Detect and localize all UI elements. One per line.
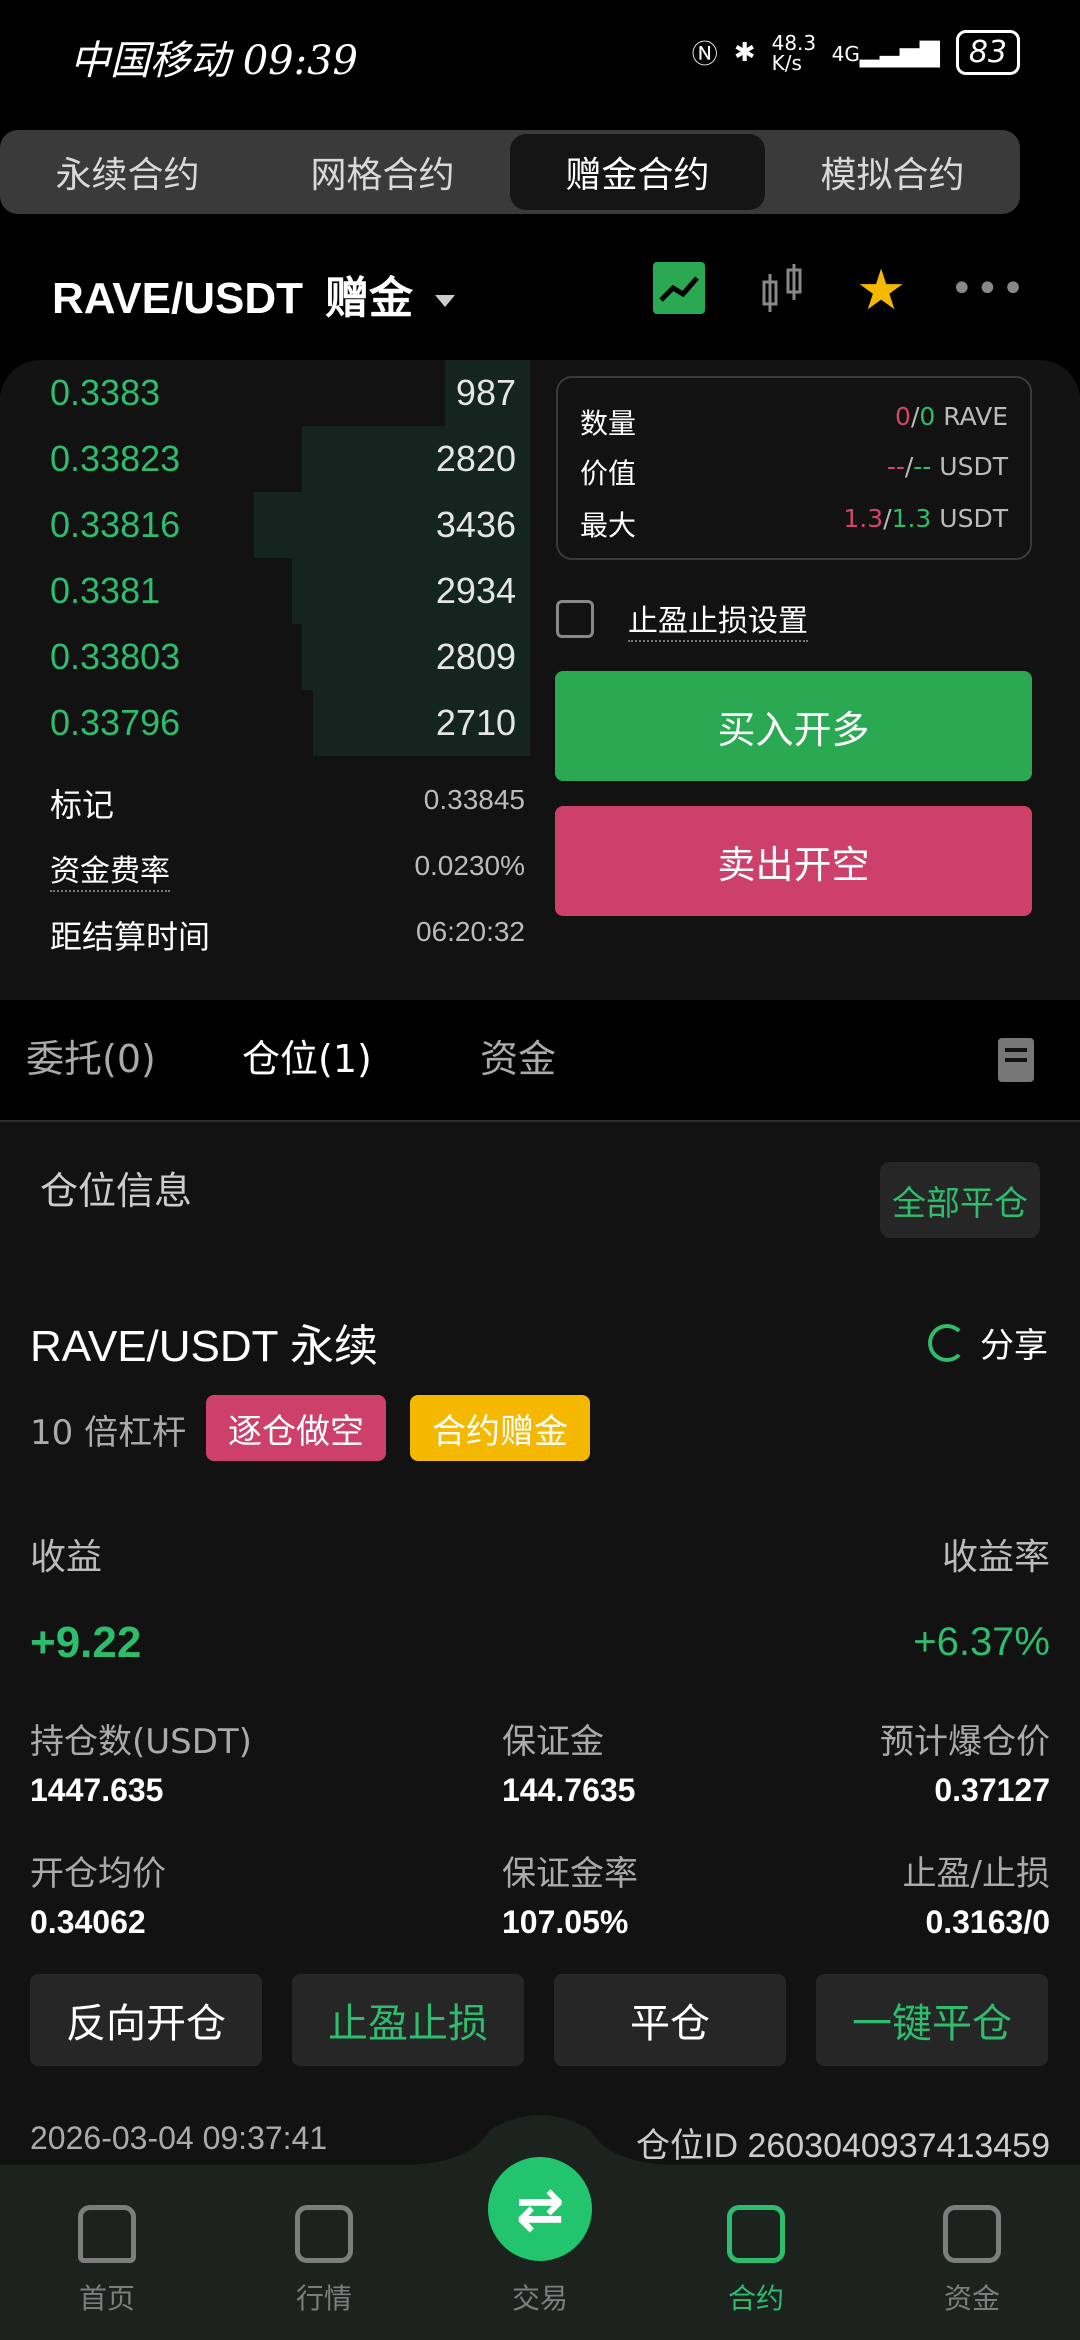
tab-bonus[interactable]: 赠金合约	[510, 134, 765, 210]
stat-value: 0.3163/0	[925, 1904, 1050, 1940]
orderbook-row[interactable]: 0.33823 2820	[0, 426, 530, 492]
tab-grid[interactable]: 网格合约	[255, 130, 510, 214]
orderbook-row[interactable]: 0.3381 2934	[0, 558, 530, 624]
wallet-icon	[943, 2205, 1001, 2263]
stat-value: 0.34062	[30, 1904, 146, 1940]
funding-value: 0.0230%	[414, 850, 525, 881]
position-section-title: 仓位信息	[40, 1169, 193, 1213]
chart-icon[interactable]	[653, 262, 705, 314]
bluetooth-icon: ✱	[733, 37, 756, 68]
tpsl-button[interactable]: 止盈止损	[292, 1974, 524, 2066]
share-icon	[928, 1323, 966, 1362]
pnl-value: +9.22	[30, 1618, 142, 1667]
nav-contract[interactable]: 合约	[696, 2205, 816, 2317]
nav-assets[interactable]: 资金	[912, 2205, 1032, 2317]
status-icons: Ⓝ ✱ 48.3 K/s 4G▂▃▅▇ 83	[692, 30, 1020, 75]
pair-selector[interactable]: RAVE/USDT 赠金	[52, 262, 455, 326]
position-id: 仓位ID 2603040937413459	[636, 2127, 1050, 2165]
nav-trade[interactable]: 交易	[480, 2205, 600, 2317]
orderbook-row[interactable]: 0.3383 987	[0, 360, 530, 426]
home-icon	[78, 2205, 136, 2263]
orderbook-row[interactable]: 0.33803 2809	[0, 624, 530, 690]
stat-value: 144.7635	[502, 1772, 636, 1808]
battery-icon: 83	[955, 30, 1020, 75]
caret-down-icon	[434, 295, 455, 308]
order-tabs: 委托(0) 仓位(1) 资金	[0, 1010, 1080, 1122]
tab-perpetual[interactable]: 永续合约	[0, 130, 255, 214]
stat-label: 预计爆仓价	[880, 1722, 1050, 1762]
bonus-badge: 合约赠金	[410, 1395, 590, 1461]
value-row: 价值 --/-- USDT	[580, 452, 1008, 490]
max-row: 最大 1.3/1.3 USDT	[580, 504, 1008, 542]
favorite-star-icon[interactable]: ★	[856, 258, 906, 323]
orderbook-row[interactable]: 0.33796 2710	[0, 690, 530, 756]
stat-value: 0.37127	[934, 1772, 1050, 1808]
stat-label: 保证金	[502, 1722, 604, 1762]
reverse-open-button[interactable]: 反向开仓	[30, 1974, 262, 2066]
pnl-label: 收益	[30, 1537, 103, 1578]
share-button[interactable]: 分享	[928, 1318, 1048, 1367]
quick-close-button[interactable]: 一键平仓	[816, 1974, 1048, 2066]
carrier-time: 中国移动 09:39	[70, 38, 358, 84]
stat-value: 107.05%	[502, 1904, 629, 1940]
candlestick-icon[interactable]	[760, 262, 806, 314]
short-badge: 逐仓做空	[206, 1395, 386, 1461]
close-position-button[interactable]: 平仓	[554, 1974, 786, 2066]
stat-value: 1447.635	[30, 1772, 164, 1808]
more-icon[interactable]: •••	[950, 266, 1027, 312]
orderbook: 0.3383 987 0.33823 2820 0.33816 3436 0.3381…	[0, 360, 530, 760]
list-menu-icon[interactable]	[998, 1038, 1034, 1082]
settle-label: 距结算时间	[50, 918, 211, 956]
stat-label: 持仓数(USDT)	[30, 1722, 252, 1762]
tab-orders[interactable]: 委托(0)	[26, 1028, 156, 1083]
tab-demo[interactable]: 模拟合约	[765, 130, 1020, 214]
sell-short-button[interactable]: 卖出开空	[555, 806, 1032, 916]
qty-row: 数量 0/0 RAVE	[580, 402, 1008, 440]
tpsl-checkbox[interactable]	[556, 600, 594, 638]
position-name: RAVE/USDT 永续	[30, 1321, 378, 1372]
signal-icon: 4G▂▃▅▇	[831, 37, 940, 68]
stat-label: 保证金率	[502, 1854, 638, 1894]
order-summary: 数量 0/0 RAVE 价值 --/-- USDT 最大 1.3/1.3 USD…	[556, 376, 1032, 560]
position-time: 2026-03-04 09:37:41	[30, 2120, 328, 2156]
pair-mode: 赠金	[324, 274, 413, 323]
stat-label: 止盈/止损	[902, 1854, 1050, 1894]
orderbook-row[interactable]: 0.33816 3436	[0, 492, 530, 558]
mark-value: 0.33845	[423, 784, 525, 815]
tab-positions[interactable]: 仓位(1)	[242, 1028, 372, 1083]
nav-market[interactable]: 行情	[264, 2205, 384, 2317]
contract-tabs: 永续合约 网格合约 赠金合约 模拟合约	[0, 130, 1020, 214]
funding-label[interactable]: 资金费率	[50, 846, 170, 892]
buy-long-button[interactable]: 买入开多	[555, 671, 1032, 781]
pair-symbol: RAVE/USDT	[52, 274, 303, 323]
settle-value: 06:20:32	[416, 916, 525, 947]
nav-home[interactable]: 首页	[47, 2205, 167, 2317]
market-icon	[295, 2205, 353, 2263]
tpsl-setting-label[interactable]: 止盈止损设置	[628, 596, 808, 642]
nfc-icon: Ⓝ	[691, 40, 718, 70]
net-speed: 48.3 K/s	[771, 30, 817, 75]
tab-funds[interactable]: 资金	[480, 1028, 556, 1083]
leverage-label: 10 倍杠杆	[30, 1413, 187, 1453]
mark-label: 标记	[50, 786, 115, 824]
roe-label: 收益率	[941, 1537, 1050, 1578]
status-bar: 中国移动 09:39 Ⓝ ✱ 48.3 K/s 4G▂▃▅▇ 83	[0, 0, 1080, 110]
contract-icon	[727, 2205, 785, 2263]
stat-label: 开仓均价	[30, 1854, 166, 1894]
close-all-button[interactable]: 全部平仓	[880, 1162, 1040, 1238]
roe-value: +6.37%	[913, 1620, 1050, 1664]
